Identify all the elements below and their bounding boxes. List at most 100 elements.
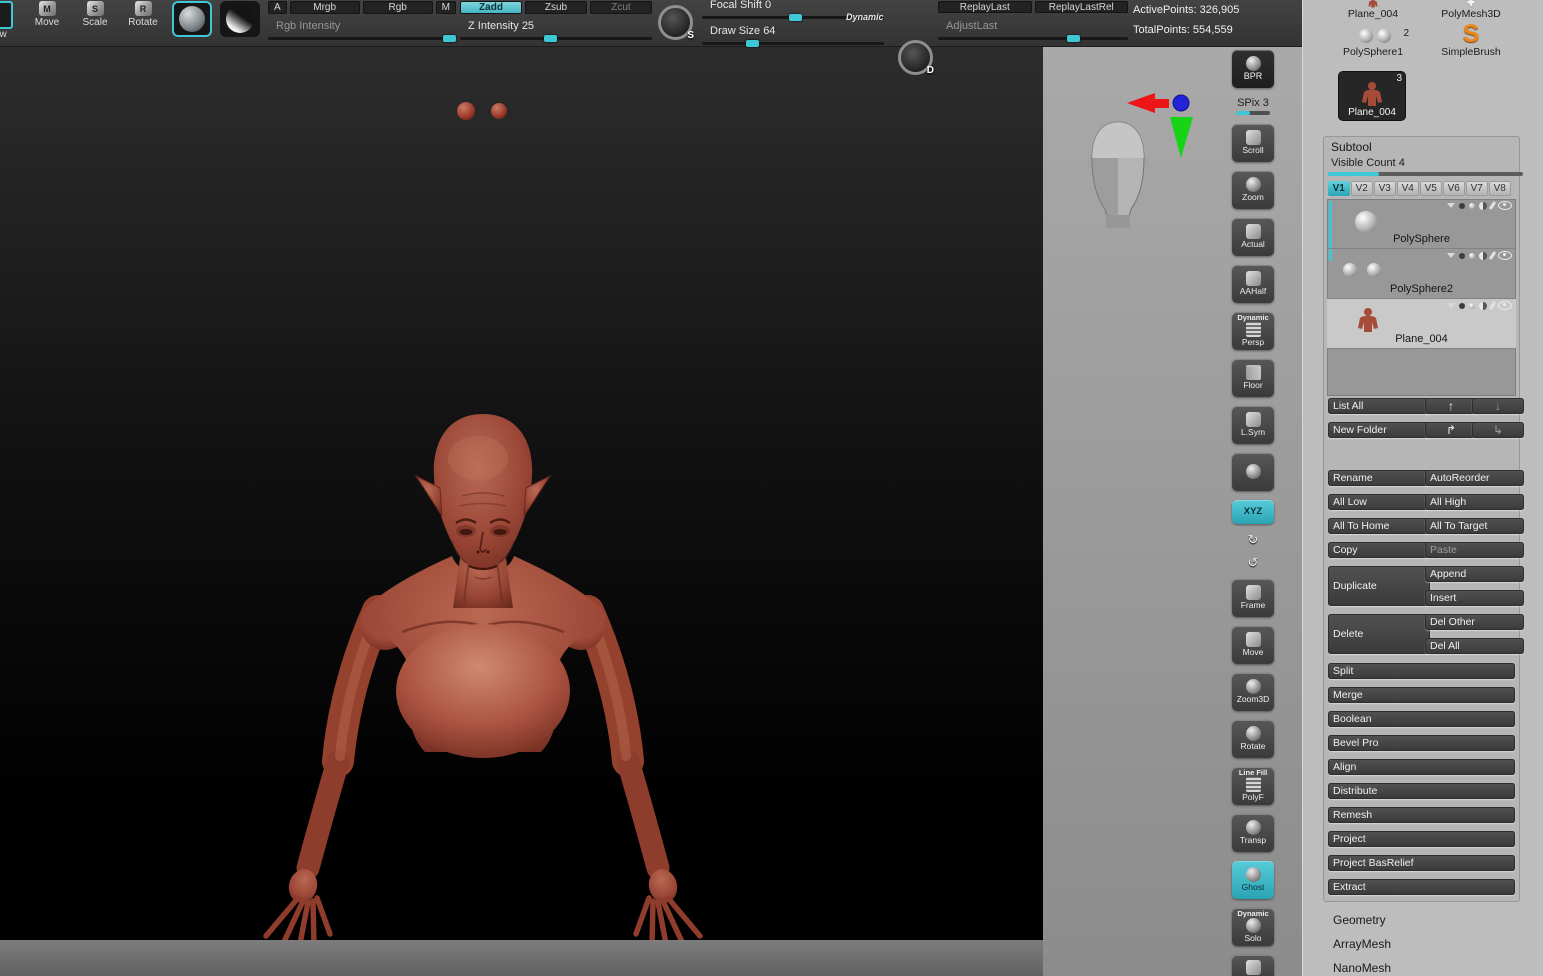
project-basrelief-button[interactable]: Project BasRelief	[1328, 855, 1515, 871]
eye-icon[interactable]	[1498, 301, 1512, 310]
polypaint-icon[interactable]	[1459, 303, 1465, 309]
focal-shift-handle[interactable]	[789, 14, 802, 21]
copy-button[interactable]: Copy	[1328, 542, 1430, 558]
brush-icon[interactable]	[1489, 251, 1497, 260]
subtool-item-plane004-selected[interactable]: Plane_004	[1327, 299, 1516, 349]
subtool-title[interactable]: Subtool	[1331, 140, 1372, 154]
polypaint-icon[interactable]	[1459, 203, 1465, 209]
nav-axis-y-arrow[interactable]	[1170, 117, 1193, 158]
tab-v5[interactable]: V5	[1420, 181, 1442, 196]
actual-button[interactable]: Actual	[1232, 218, 1274, 256]
curve-mode-button[interactable]: D	[898, 40, 933, 75]
scale-tool-button[interactable]: S Scale	[74, 1, 116, 28]
half-shade-icon[interactable]	[1479, 202, 1487, 210]
partial-shelf-button[interactable]	[1232, 955, 1274, 976]
mrgb-button[interactable]: Mrgb	[290, 1, 360, 14]
align-button[interactable]: Align	[1328, 759, 1515, 775]
rgb-button[interactable]: Rgb	[363, 1, 433, 14]
stroke-selector-button[interactable]: S	[658, 5, 693, 40]
nav-axis-x-arrow[interactable]	[1127, 93, 1169, 113]
all-to-target-button[interactable]: All To Target	[1425, 518, 1524, 534]
alpha-thumbnail[interactable]	[220, 1, 260, 37]
half-shade-icon[interactable]	[1479, 302, 1487, 310]
section-nanomesh[interactable]: NanoMesh	[1333, 961, 1391, 975]
collapse-icon[interactable]	[1447, 303, 1455, 308]
document-canvas[interactable]	[0, 46, 1043, 940]
adjust-last-slider[interactable]: AdjustLast	[938, 17, 1128, 41]
nav-head-icon[interactable]	[1086, 122, 1150, 228]
m-button[interactable]: M	[436, 1, 456, 14]
half-shade-icon[interactable]	[1479, 252, 1487, 260]
tab-v6[interactable]: V6	[1443, 181, 1465, 196]
polyframe-button[interactable]: Line FillPolyF	[1232, 767, 1274, 805]
z-intensity-slider[interactable]: Z Intensity 25	[460, 17, 652, 41]
merge-button[interactable]: Merge	[1328, 687, 1515, 703]
recent-tool-simplebrush[interactable]: S SimpleBrush	[1425, 24, 1517, 58]
list-all-button[interactable]: List All	[1328, 398, 1430, 414]
rename-button[interactable]: Rename	[1328, 470, 1430, 486]
tab-v8[interactable]: V8	[1489, 181, 1511, 196]
draw-size-slider[interactable]: Draw Size 64	[702, 22, 884, 46]
duplicate-button[interactable]: Duplicate	[1328, 566, 1430, 606]
zadd-button[interactable]: Zadd	[460, 1, 522, 14]
rgb-intensity-handle[interactable]	[443, 35, 456, 42]
replay-last-rel-button[interactable]: ReplayLastRel	[1035, 1, 1129, 13]
persp-button[interactable]: DynamicPersp	[1232, 312, 1274, 350]
ghost-button[interactable]: Ghost	[1232, 861, 1274, 899]
split-button[interactable]: Split	[1328, 663, 1515, 679]
visible-count-slider[interactable]	[1328, 172, 1523, 176]
aahalf-button[interactable]: AAHalf	[1232, 265, 1274, 303]
append-button[interactable]: Append	[1425, 566, 1524, 582]
xyz-symmetry-button[interactable]: XYZ	[1232, 500, 1274, 524]
active-tool-thumbnail[interactable]: 3 Plane_004	[1339, 72, 1405, 120]
rotate-tool-button[interactable]: R Rotate	[122, 1, 164, 28]
replay-last-button[interactable]: ReplayLast	[938, 1, 1032, 13]
recent-tool-plane004[interactable]: Plane_004	[1327, 0, 1419, 20]
z-intensity-handle[interactable]	[544, 35, 557, 42]
section-arraymesh[interactable]: ArrayMesh	[1333, 937, 1391, 951]
move-to-folder-button[interactable]: ↱	[1425, 422, 1477, 438]
frame-button[interactable]: Frame	[1232, 579, 1274, 617]
collapse-icon[interactable]	[1447, 203, 1455, 208]
bpr-button[interactable]: BPR	[1232, 50, 1274, 88]
polypaint-icon[interactable]	[1459, 253, 1465, 259]
bevel-pro-button[interactable]: Bevel Pro	[1328, 735, 1515, 751]
distribute-button[interactable]: Distribute	[1328, 783, 1515, 799]
zsub-button[interactable]: Zsub	[525, 1, 587, 14]
uv-icon[interactable]	[1469, 253, 1475, 259]
move-3d-button[interactable]: Move	[1232, 626, 1274, 664]
all-low-button[interactable]: All Low	[1328, 494, 1430, 510]
uv-icon[interactable]	[1469, 303, 1475, 309]
move-subtool-up-button[interactable]: ↑	[1425, 398, 1477, 414]
move-tool-button[interactable]: M Move	[26, 1, 68, 28]
eye-icon[interactable]	[1498, 201, 1512, 210]
zcut-button[interactable]: Zcut	[590, 1, 652, 14]
delete-button[interactable]: Delete	[1328, 614, 1430, 654]
del-other-button[interactable]: Del Other	[1425, 614, 1524, 630]
zoom3d-button[interactable]: Zoom3D	[1232, 673, 1274, 711]
project-button[interactable]: Project	[1328, 831, 1515, 847]
all-high-button[interactable]: All High	[1425, 494, 1524, 510]
solo-button[interactable]: DynamicSolo	[1232, 908, 1274, 946]
spix-slider[interactable]: SPix 3	[1236, 97, 1270, 115]
autoreorder-button[interactable]: AutoReorder	[1425, 470, 1524, 486]
move-out-of-folder-button[interactable]: ↳	[1472, 422, 1524, 438]
paste-button[interactable]: Paste	[1425, 542, 1524, 558]
tab-v4[interactable]: V4	[1397, 181, 1419, 196]
remesh-button[interactable]: Remesh	[1328, 807, 1515, 823]
current-brush-thumbnail[interactable]	[172, 1, 212, 37]
boolean-button[interactable]: Boolean	[1328, 711, 1515, 727]
tab-v1[interactable]: V1	[1328, 181, 1350, 196]
adjust-last-handle[interactable]	[1067, 35, 1080, 42]
sculpt-viewport[interactable]	[0, 46, 1043, 940]
brush-icon[interactable]	[1489, 201, 1497, 210]
new-folder-button[interactable]: New Folder	[1328, 422, 1430, 438]
uv-icon[interactable]	[1469, 203, 1475, 209]
del-all-button[interactable]: Del All	[1425, 638, 1524, 654]
extract-button[interactable]: Extract	[1328, 879, 1515, 895]
floor-button[interactable]: Floor	[1232, 359, 1274, 397]
section-geometry[interactable]: Geometry	[1333, 913, 1386, 927]
a-button[interactable]: A	[268, 1, 287, 14]
pivot-button[interactable]	[1232, 453, 1274, 491]
all-to-home-button[interactable]: All To Home	[1328, 518, 1430, 534]
